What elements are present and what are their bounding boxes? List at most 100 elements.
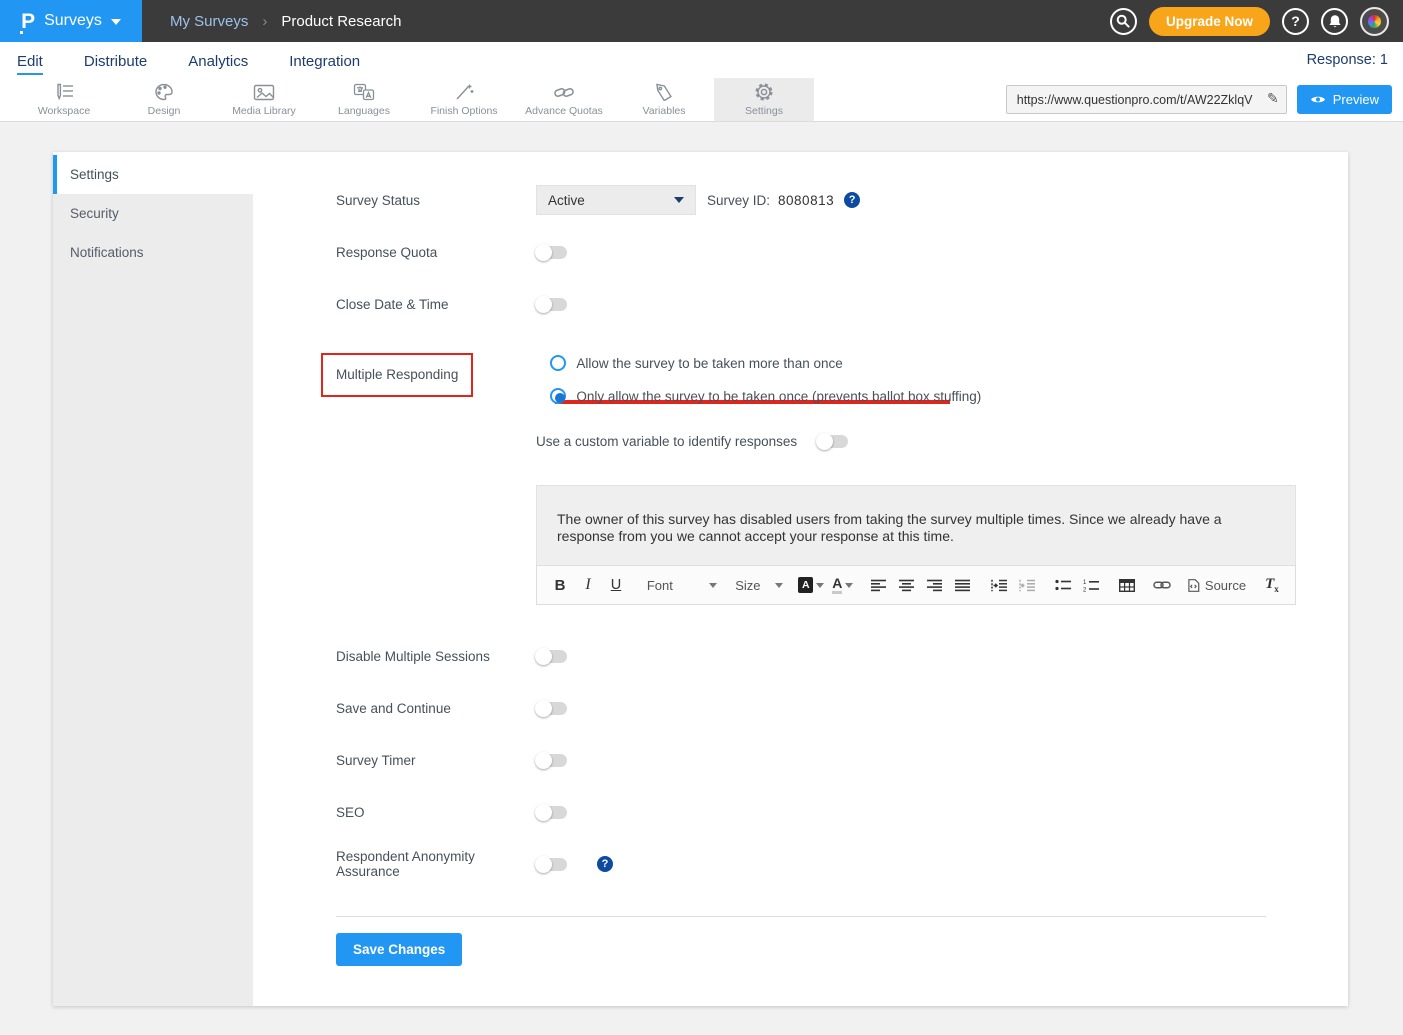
custom-variable-label: Use a custom variable to identify respon… [536,434,797,449]
italic-button[interactable]: I [575,571,601,599]
underline-button[interactable]: U [603,571,629,599]
header-actions: Upgrade Now ? [1110,0,1403,42]
sidebar-item-settings[interactable]: Settings [53,155,253,194]
survey-status-select[interactable]: Active [536,185,696,215]
text-color-button[interactable]: A [829,571,856,599]
tab-analytics[interactable]: Analytics [186,47,250,74]
tab-edit[interactable]: Edit [15,47,45,74]
size-dropdown[interactable]: Size [727,571,785,599]
survey-id: Survey ID: 8080813 [707,193,834,208]
toolbar-label: Media Library [232,105,296,117]
survey-status-label: Survey Status [336,193,536,208]
sidebar-item-security[interactable]: Security [53,194,253,233]
sidebar-item-notifications[interactable]: Notifications [53,233,253,272]
bold-button[interactable]: B [547,571,573,599]
response-quota-toggle[interactable] [536,246,567,259]
align-center-icon [899,579,914,592]
multiple-responding-label: Multiple Responding [336,367,458,382]
source-label: Source [1205,578,1246,593]
product-menu-label: Surveys [44,12,102,30]
help-button[interactable]: ? [1282,8,1309,35]
align-center-button[interactable] [894,571,920,599]
remove-format-button[interactable]: Tx [1259,571,1285,599]
tag-icon [654,83,674,101]
link-button[interactable] [1149,571,1175,599]
link-icon [1153,580,1171,590]
source-button[interactable]: Source [1185,571,1249,599]
survey-status-value: Active [548,193,585,208]
multiple-responding-options: Allow the survey to be taken more than o… [550,353,981,404]
multiple-responding-section: Multiple Responding Allow the survey to … [336,353,1320,404]
font-dropdown[interactable]: Font [639,571,725,599]
toolbar-item-media-library[interactable]: Media Library [214,78,314,121]
radio-allow-multiple[interactable]: Allow the survey to be taken more than o… [550,355,981,371]
indent-button[interactable] [986,571,1012,599]
toolbar-label: Workspace [38,105,90,117]
question-mark-icon: ? [1291,13,1300,29]
survey-timer-toggle[interactable] [536,754,567,767]
survey-id-help-icon[interactable]: ? [844,192,860,208]
bulleted-list-button[interactable] [1050,571,1076,599]
sidebar-rest: Security Notifications [53,194,253,1006]
close-date-label: Close Date & Time [336,297,536,312]
toolbar-item-finish-options[interactable]: Finish Options [414,78,514,121]
toolbar-label: Variables [643,105,686,117]
toolbar-item-workspace[interactable]: Workspace [14,78,114,121]
notifications-button[interactable] [1321,8,1348,35]
radio-label: Only allow the survey to be taken once (… [576,389,981,404]
align-right-button[interactable] [922,571,948,599]
numbered-list-button[interactable]: 12 [1078,571,1104,599]
response-quota-row: Response Quota [336,237,1320,267]
response-quota-label: Response Quota [336,245,536,260]
tab-analytics-label: Analytics [188,53,248,70]
toolbar-item-languages[interactable]: Languages [314,78,414,121]
survey-id-value: 8080813 [778,193,834,208]
user-avatar[interactable] [1360,7,1389,36]
toolbar-item-settings[interactable]: Settings [714,78,814,121]
save-and-continue-toggle[interactable] [536,702,567,715]
align-justify-button[interactable] [950,571,976,599]
seo-row: SEO [336,797,1320,827]
breadcrumb-current-survey: Product Research [281,13,401,30]
outdent-button[interactable] [1014,571,1040,599]
indent-icon [991,579,1007,592]
settings-form: Survey Status Active Survey ID: 8080813 … [253,152,1348,1006]
seo-toggle[interactable] [536,806,567,819]
tab-distribute[interactable]: Distribute [82,47,149,74]
svg-text:1: 1 [1083,580,1087,586]
product-switcher[interactable]: P Surveys [0,0,142,42]
edit-url-pencil-icon[interactable]: ✎ [1267,90,1279,107]
survey-timer-label: Survey Timer [336,753,536,768]
save-changes-button[interactable]: Save Changes [336,933,462,966]
background-color-icon: A [798,577,813,593]
font-dropdown-label: Font [647,578,673,593]
rich-text-toolbar: B I U Font Size A A [536,565,1296,605]
toolbar-label: Advance Quotas [525,105,603,117]
radio-only-once[interactable]: Only allow the survey to be taken once (… [550,388,981,404]
preview-button[interactable]: Preview [1297,85,1392,114]
background-color-button[interactable]: A [795,571,827,599]
custom-variable-toggle[interactable] [817,435,848,448]
align-left-button[interactable] [866,571,892,599]
toolbar-item-advance-quotas[interactable]: Advance Quotas [514,78,614,121]
disable-multiple-sessions-toggle[interactable] [536,650,567,663]
toolbar-item-variables[interactable]: Variables [614,78,714,121]
upgrade-now-button[interactable]: Upgrade Now [1149,7,1270,36]
chain-link-icon [553,84,575,101]
disabled-message-editor[interactable]: The owner of this survey has disabled us… [536,485,1296,565]
close-date-toggle[interactable] [536,298,567,311]
tab-integration[interactable]: Integration [287,47,362,74]
breadcrumb-my-surveys[interactable]: My Surveys [170,13,248,30]
radio-button-icon [550,355,566,371]
table-button[interactable] [1114,571,1140,599]
respondent-anonymity-toggle[interactable] [536,858,567,871]
toolbar-item-design[interactable]: Design [114,78,214,121]
disable-multiple-sessions-label: Disable Multiple Sessions [336,649,536,664]
toolbar-label: Settings [745,105,783,117]
survey-url-input[interactable] [1006,85,1287,114]
divider [336,916,1266,917]
respondent-anonymity-help-icon[interactable]: ? [597,856,613,872]
response-count[interactable]: Response: 1 [1307,52,1388,68]
search-button[interactable] [1110,8,1137,35]
disable-multiple-sessions-row: Disable Multiple Sessions [336,641,1320,671]
